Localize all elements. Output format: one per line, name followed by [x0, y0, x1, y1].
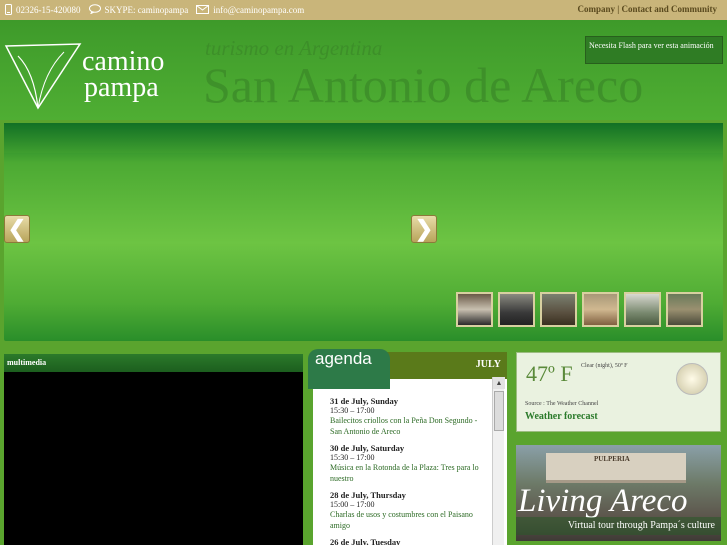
- agenda-tab-label: agenda: [315, 349, 372, 368]
- pulperia-sign: PULPERIA: [594, 455, 630, 463]
- slideshow-banner: ❮ ❯: [4, 123, 723, 341]
- weather-temperature: 47º F: [526, 361, 573, 386]
- phone-contact: 02326-15-420080: [5, 3, 81, 17]
- event-date: 30 de July, Saturday: [330, 443, 405, 453]
- logo-text-pampa: pampa: [84, 72, 159, 103]
- living-areco-subtitle: Virtual tour through Pampa´s culture: [516, 517, 721, 535]
- slide-thumbnails: [456, 292, 703, 327]
- agenda-panel: JULY agenda 31 de July, Sunday 15:30 – 1…: [308, 349, 507, 545]
- weather-forecast-link[interactable]: Weather forecast: [525, 411, 598, 422]
- logo-mark-icon: [4, 43, 82, 110]
- next-slide-button[interactable]: ❯: [411, 215, 437, 243]
- scroll-up-arrow-icon[interactable]: ▲: [493, 377, 505, 389]
- site-header: camino pampa turismo en Argentina San An…: [0, 20, 727, 120]
- envelope-icon: [196, 4, 210, 16]
- weather-source: Source : The Weather Channel: [525, 401, 599, 407]
- multimedia-panel: multimedia: [4, 354, 303, 545]
- event-title[interactable]: Charlas de usos y costumbres con el Pais…: [330, 509, 491, 531]
- video-player[interactable]: [4, 372, 303, 545]
- top-nav-links[interactable]: Company | Contact and Community: [578, 4, 718, 14]
- weather-description: Clear (night), 50º F: [581, 363, 628, 369]
- header-title: San Antonio de Areco: [203, 57, 644, 113]
- event-date: 26 de July, Tuesday: [330, 537, 401, 545]
- slide-thumbnail[interactable]: [666, 292, 703, 327]
- agenda-event[interactable]: 26 de July, Tuesday: [330, 537, 491, 545]
- email-contact[interactable]: info@caminopampa.com: [196, 4, 305, 16]
- email-address: info@caminopampa.com: [213, 5, 305, 15]
- chat-bubble-icon: [88, 4, 101, 16]
- event-date: 28 de July, Thursday: [330, 490, 406, 500]
- event-time: 15:30 – 17:00: [330, 406, 375, 415]
- agenda-tab: agenda: [308, 349, 390, 389]
- skype-contact[interactable]: SKYPE: caminopampa: [88, 4, 189, 16]
- weather-widget: 47º F Clear (night), 50º F Source : The …: [516, 352, 721, 432]
- moon-icon: [676, 363, 708, 395]
- slide-thumbnail[interactable]: [540, 292, 577, 327]
- agenda-scrollbar[interactable]: ▲: [492, 377, 505, 545]
- agenda-event[interactable]: 31 de July, Sunday 15:30 – 17:00 Baileci…: [330, 396, 491, 437]
- event-time: 15:30 – 17:00: [330, 453, 375, 462]
- prev-slide-button[interactable]: ❮: [4, 215, 30, 243]
- living-areco-banner[interactable]: PULPERIA Living Areco Virtual tour throu…: [516, 445, 721, 541]
- slide-thumbnail[interactable]: [624, 292, 661, 327]
- event-date: 31 de July, Sunday: [330, 396, 399, 406]
- living-areco-title: Living Areco: [518, 483, 688, 519]
- agenda-event-list: 31 de July, Sunday 15:30 – 17:00 Baileci…: [313, 396, 491, 545]
- skype-handle: SKYPE: caminopampa: [104, 5, 189, 15]
- phone-number: 02326-15-420080: [16, 5, 81, 15]
- agenda-event[interactable]: 28 de July, Thursday 15:00 – 17:00 Charl…: [330, 490, 491, 531]
- slide-thumbnail[interactable]: [456, 292, 493, 327]
- flash-notice: Necesita Flash para ver esta animación: [585, 36, 723, 64]
- banner-top-stripe: [4, 123, 723, 153]
- agenda-event[interactable]: 30 de July, Saturday 15:30 – 17:00 Músic…: [330, 443, 491, 484]
- top-contact-bar: 02326-15-420080 SKYPE: caminopampa info@…: [0, 0, 727, 20]
- multimedia-title: multimedia: [4, 354, 303, 372]
- slide-thumbnail[interactable]: [582, 292, 619, 327]
- scrollbar-thumb[interactable]: [494, 391, 504, 431]
- event-time: 15:00 – 17:00: [330, 500, 375, 509]
- event-title[interactable]: Bailecitos criollos con la Peña Don Segu…: [330, 415, 491, 437]
- slide-thumbnail[interactable]: [498, 292, 535, 327]
- event-title[interactable]: Música en la Rotonda de la Plaza: Tres p…: [330, 462, 491, 484]
- agenda-month: JULY: [475, 359, 501, 370]
- phone-icon: [5, 3, 12, 17]
